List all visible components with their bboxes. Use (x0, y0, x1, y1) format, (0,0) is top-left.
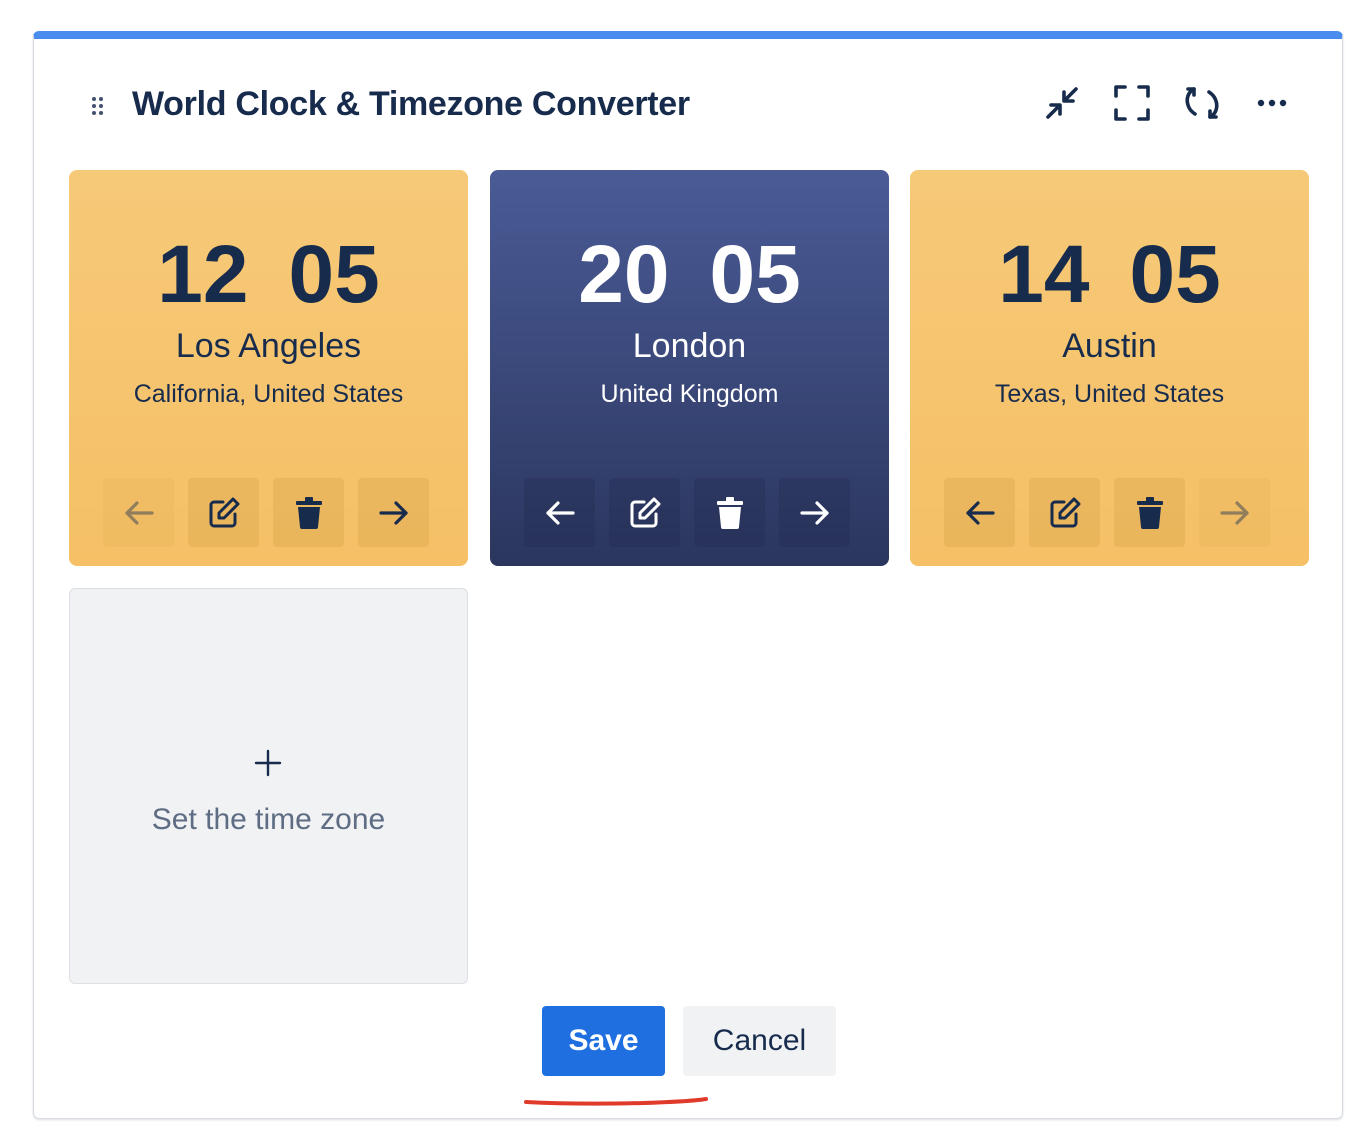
trash-icon (295, 496, 322, 529)
arrow-right-icon (799, 500, 829, 525)
fullscreen-icon (1114, 85, 1150, 121)
move-right-button[interactable] (779, 478, 850, 547)
clock-time: 20 05 (490, 230, 889, 320)
clock-time: 12 05 (69, 230, 468, 320)
edit-icon (630, 497, 660, 527)
clock-region: California, United States (133, 380, 404, 408)
clock-controls (944, 478, 1270, 547)
delete-button[interactable] (694, 478, 765, 547)
arrow-left-icon (124, 500, 154, 525)
clock-time: 14 05 (910, 230, 1309, 320)
refresh-button[interactable] (1182, 83, 1222, 123)
delete-button[interactable] (1114, 478, 1185, 547)
move-right-button[interactable] (358, 478, 429, 547)
edit-button[interactable] (609, 478, 680, 547)
move-right-button[interactable] (1199, 478, 1270, 547)
move-left-button[interactable] (524, 478, 595, 547)
more-button[interactable] (1252, 83, 1292, 123)
world-clock-widget: World Clock & Timezone Converter 12 05 L… (33, 31, 1343, 1119)
move-left-button[interactable] (103, 478, 174, 547)
clock-region: United Kingdom (600, 380, 779, 408)
arrow-left-icon (965, 500, 995, 525)
widget-title: World Clock & Timezone Converter (132, 85, 690, 123)
move-left-button[interactable] (944, 478, 1015, 547)
cancel-button[interactable]: Cancel (683, 1006, 836, 1076)
clock-card-los-angeles: 12 05 Los Angeles California, United Stat… (69, 170, 468, 566)
add-timezone-label: Set the time zone (151, 803, 386, 836)
clock-card-austin: 14 05 Austin Texas, United States (910, 170, 1309, 566)
fullscreen-button[interactable] (1112, 83, 1152, 123)
clock-region: Texas, United States (994, 380, 1225, 408)
clock-controls (524, 478, 850, 547)
refresh-icon (1185, 87, 1219, 119)
clock-hours: 20 (578, 229, 670, 320)
clock-hours: 14 (998, 229, 1090, 320)
annotation-underline (524, 1097, 708, 1106)
add-timezone-card[interactable]: Set the time zone (69, 588, 468, 984)
collapse-icon (1046, 87, 1078, 119)
more-icon (1257, 99, 1287, 107)
clock-minutes: 05 (288, 229, 380, 320)
widget-header: World Clock & Timezone Converter (34, 39, 1342, 179)
footer-buttons: Save Cancel (542, 1006, 836, 1076)
save-button[interactable]: Save (542, 1006, 665, 1076)
clock-controls (103, 478, 429, 547)
edit-icon (1050, 497, 1080, 527)
clock-minutes: 05 (1129, 229, 1221, 320)
trash-icon (716, 496, 743, 529)
header-actions (1042, 83, 1292, 125)
arrow-right-icon (378, 500, 408, 525)
arrow-left-icon (545, 500, 575, 525)
clock-hours: 12 (157, 229, 249, 320)
clock-card-london: 20 05 London United Kingdom (490, 170, 889, 566)
clock-minutes: 05 (709, 229, 801, 320)
clock-city: London (632, 327, 747, 365)
edit-button[interactable] (1029, 478, 1100, 547)
plus-icon (254, 749, 282, 777)
collapse-button[interactable] (1042, 83, 1082, 123)
edit-icon (209, 497, 239, 527)
trash-icon (1136, 496, 1163, 529)
clock-city: Austin (1062, 327, 1157, 365)
clock-city: Los Angeles (175, 327, 362, 365)
delete-button[interactable] (273, 478, 344, 547)
edit-button[interactable] (188, 478, 259, 547)
drag-handle-icon[interactable] (90, 95, 106, 119)
arrow-right-icon (1219, 500, 1249, 525)
